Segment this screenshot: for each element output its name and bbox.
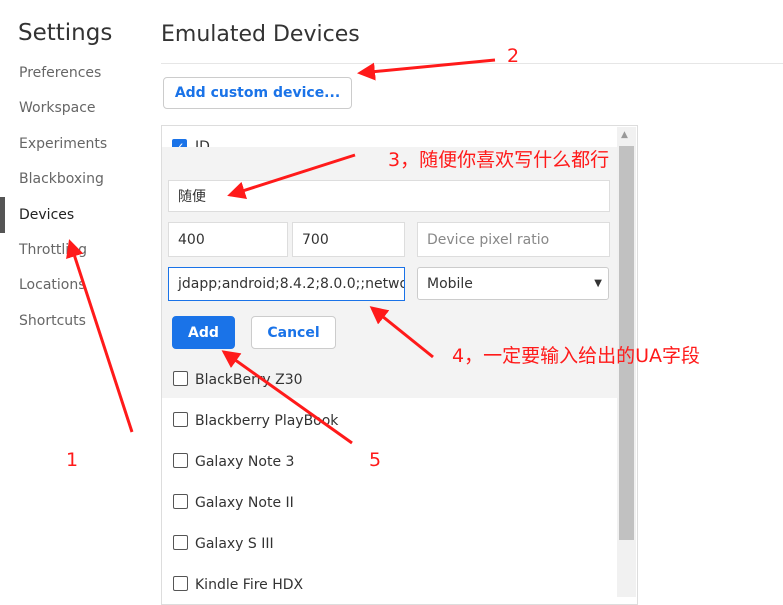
annotation-3: 3，随便你喜欢写什么都行 bbox=[388, 149, 610, 171]
annotation-arrows bbox=[66, 58, 496, 445]
annotation-2: 2 bbox=[507, 45, 520, 67]
arrow-4 bbox=[369, 306, 434, 359]
annotation-4: 4，一定要输入给出的UA字段 bbox=[452, 345, 700, 367]
annotation-5: 5 bbox=[369, 449, 382, 471]
arrow-3 bbox=[227, 153, 356, 200]
arrow-1 bbox=[66, 239, 134, 433]
arrow-2 bbox=[357, 58, 496, 81]
arrow-5 bbox=[221, 350, 353, 445]
annotation-1: 1 bbox=[66, 449, 79, 471]
